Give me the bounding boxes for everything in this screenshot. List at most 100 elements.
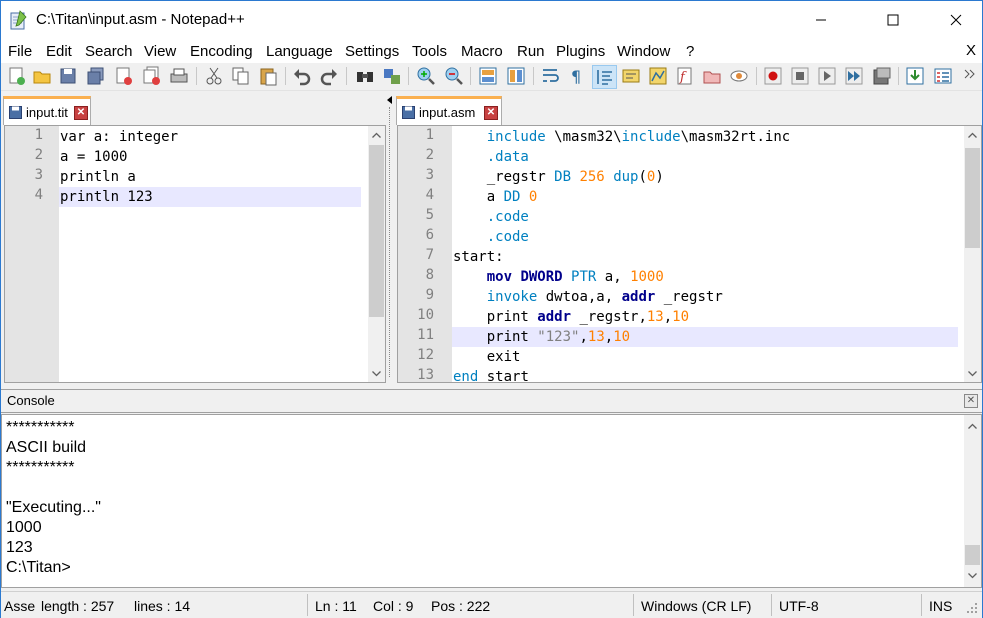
- scroll-down-arrow[interactable]: [368, 365, 385, 382]
- maximize-icon: [887, 14, 899, 26]
- copy-icon[interactable]: [231, 66, 251, 86]
- right-vertical-scrollbar[interactable]: [964, 126, 981, 382]
- undo-icon[interactable]: [292, 66, 312, 86]
- scroll-down-arrow[interactable]: [964, 365, 981, 382]
- right-editor[interactable]: 1 2 3 4 5 6 7 8 9 10 11 12 13 include \m…: [397, 125, 982, 383]
- replace-icon[interactable]: [382, 66, 402, 86]
- close-file-icon[interactable]: [114, 66, 134, 86]
- plugin-list-icon[interactable]: [933, 66, 953, 86]
- indent-guide-icon: [597, 70, 612, 85]
- close-button[interactable]: [933, 1, 979, 39]
- tab-close-icon[interactable]: ✕: [484, 106, 498, 120]
- record-macro-icon[interactable]: [763, 66, 783, 86]
- close-document-button[interactable]: X: [966, 42, 976, 59]
- code-line: .data: [486, 149, 529, 165]
- line-number: 7: [425, 247, 434, 263]
- maximize-button[interactable]: [870, 1, 916, 39]
- left-editor[interactable]: 1 2 3 4 var a: integer a = 1000 println …: [4, 125, 386, 383]
- indent-guide-toggle-active[interactable]: [592, 65, 617, 89]
- monitoring-icon[interactable]: [729, 66, 749, 86]
- console-title: Console: [7, 393, 55, 408]
- menu-run[interactable]: Run: [517, 43, 545, 60]
- menu-edit[interactable]: Edit: [46, 43, 72, 60]
- svg-text:¶: ¶: [571, 67, 581, 86]
- status-eol[interactable]: Windows (CR LF): [641, 598, 751, 614]
- scroll-up-arrow[interactable]: [964, 126, 981, 143]
- scroll-up-arrow[interactable]: [368, 126, 385, 143]
- line-number: 5: [425, 207, 434, 223]
- scroll-thumb[interactable]: [965, 545, 980, 565]
- minimize-button[interactable]: [798, 1, 844, 39]
- code-line: print "123",13,10: [453, 329, 631, 345]
- document-map-icon[interactable]: [648, 66, 668, 86]
- title-bar: C:\Titan\input.asm - Notepad++: [1, 1, 982, 39]
- chevron-down-icon: [968, 370, 977, 376]
- code-line: invoke dwtoa,a, addr _regstr: [486, 289, 723, 305]
- console-close-icon[interactable]: ✕: [964, 394, 978, 408]
- menu-tools[interactable]: Tools: [412, 43, 447, 60]
- close-all-icon[interactable]: [142, 66, 162, 86]
- saved-file-icon: [9, 106, 22, 119]
- toolbar-separator: [898, 67, 899, 85]
- zoom-in-icon[interactable]: [416, 66, 436, 86]
- scroll-up-arrow[interactable]: [964, 417, 981, 434]
- scroll-down-arrow[interactable]: [964, 567, 981, 584]
- menu-window[interactable]: Window: [617, 43, 670, 60]
- cut-icon[interactable]: [204, 66, 224, 86]
- console-output[interactable]: *********** ASCII build *********** "Exe…: [1, 414, 982, 588]
- run-macro-multiple-icon[interactable]: [844, 66, 864, 86]
- console-vertical-scrollbar[interactable]: [964, 415, 981, 587]
- stop-macro-icon[interactable]: [790, 66, 810, 86]
- find-icon[interactable]: [355, 66, 375, 86]
- toolbar-overflow-icon[interactable]: [963, 66, 977, 86]
- left-vertical-scrollbar[interactable]: [368, 126, 385, 382]
- menu-settings[interactable]: Settings: [345, 43, 399, 60]
- paste-icon[interactable]: [258, 66, 278, 86]
- plugin-download-icon[interactable]: [905, 66, 925, 86]
- scroll-thumb[interactable]: [369, 145, 384, 317]
- tab-label: input.asm: [419, 105, 476, 120]
- code-line: a = 1000: [60, 149, 128, 165]
- menu-file[interactable]: File: [8, 43, 32, 60]
- redo-icon[interactable]: [319, 66, 339, 86]
- toolbar: ¶ f: [1, 63, 982, 91]
- console-line: 123: [6, 539, 33, 556]
- folder-as-workspace-icon[interactable]: [702, 66, 722, 86]
- menu-plugins[interactable]: Plugins: [556, 43, 605, 60]
- menu-encoding[interactable]: Encoding: [190, 43, 253, 60]
- toolbar-separator: [533, 67, 534, 85]
- console-line: 1000: [6, 519, 42, 536]
- menu-view[interactable]: View: [144, 43, 176, 60]
- tab-input-tit[interactable]: input.tit ✕: [3, 96, 91, 125]
- open-file-icon[interactable]: [32, 66, 52, 86]
- sync-horizontal-icon[interactable]: [506, 66, 526, 86]
- save-icon[interactable]: [58, 66, 78, 86]
- new-file-icon[interactable]: [7, 66, 27, 86]
- notepad-app-icon: [10, 10, 27, 30]
- save-macro-icon[interactable]: [872, 66, 892, 86]
- show-all-characters-icon[interactable]: ¶: [567, 66, 587, 86]
- view-splitter[interactable]: [386, 93, 394, 383]
- play-macro-icon[interactable]: [817, 66, 837, 86]
- resize-grip-icon[interactable]: [965, 601, 979, 615]
- zoom-out-icon[interactable]: [444, 66, 464, 86]
- menu-search[interactable]: Search: [85, 43, 133, 60]
- user-defined-language-icon[interactable]: [621, 66, 641, 86]
- code-line: println 123: [60, 189, 153, 205]
- tab-input-asm[interactable]: input.asm ✕: [396, 96, 502, 125]
- menu-macro[interactable]: Macro: [461, 43, 503, 60]
- save-all-icon[interactable]: [86, 66, 106, 86]
- function-list-icon[interactable]: f: [675, 66, 695, 86]
- sync-vertical-icon[interactable]: [478, 66, 498, 86]
- toolbar-separator: [408, 67, 409, 85]
- line-number: 6: [425, 227, 434, 243]
- print-icon[interactable]: [169, 66, 189, 86]
- scroll-thumb[interactable]: [965, 148, 980, 248]
- menu-help[interactable]: ?: [686, 43, 694, 60]
- word-wrap-icon[interactable]: [541, 66, 561, 86]
- code-line: var a: integer: [60, 129, 179, 145]
- toolbar-separator: [346, 67, 347, 85]
- menu-language[interactable]: Language: [266, 43, 333, 60]
- tab-close-icon[interactable]: ✕: [74, 106, 88, 120]
- minimize-icon: [816, 19, 826, 21]
